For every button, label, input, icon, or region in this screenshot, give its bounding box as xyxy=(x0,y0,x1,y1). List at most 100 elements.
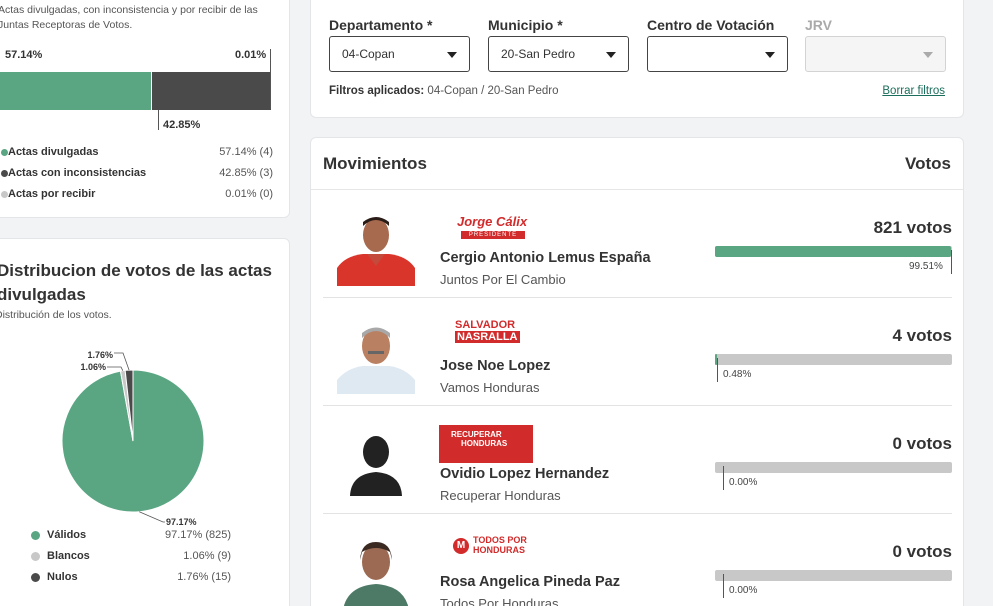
candidate-row[interactable]: RECUPERAR HONDURAS Ovidio Lopez Hernande… xyxy=(323,406,952,514)
legend-nulos: Nulos 1.76% (15) xyxy=(31,570,231,586)
clear-filters-link[interactable]: Borrar filtros xyxy=(882,85,945,97)
candidate-row[interactable]: Jorge Cálix PRESIDENTE Cergio Antonio Le… xyxy=(323,190,952,298)
pie-leader-line xyxy=(107,366,124,371)
departamento-value: 04-Copan xyxy=(342,47,395,61)
votos-pie-chart: 97.17% 1.06% 1.76% xyxy=(61,350,205,527)
municipio-value: 20-San Pedro xyxy=(501,47,576,61)
logo-emblem: M xyxy=(453,538,469,554)
legend-label: Nulos xyxy=(47,571,78,583)
candidate-row[interactable]: M TODOS POR HONDURAS Rosa Angelica Pined… xyxy=(323,514,952,606)
pie-leader-line xyxy=(139,511,165,523)
vote-bar-fill xyxy=(715,246,951,257)
candidate-pct: 0.00% xyxy=(729,585,758,596)
legend-label: Blancos xyxy=(47,550,90,562)
movimientos-header: Movimientos Votos xyxy=(311,138,963,190)
candidate-pct: 0.00% xyxy=(729,477,758,488)
legend-value: 97.17% (825) xyxy=(164,529,231,541)
chevron-down-icon xyxy=(447,52,457,58)
centro-votacion-select[interactable] xyxy=(647,36,788,72)
party-logo: RECUPERAR HONDURAS xyxy=(439,422,535,463)
candidate-photo xyxy=(337,208,415,286)
pie-data-label: 1.06% xyxy=(80,362,106,372)
legend-label: Actas divulgadas xyxy=(8,146,99,158)
municipio-label: Municipio * xyxy=(488,17,563,33)
candidate-pct: 0.48% xyxy=(723,369,752,380)
votos-header: Votos xyxy=(905,154,951,173)
pct-inconsistencias-tick xyxy=(158,110,159,130)
logo-text: HONDURAS xyxy=(473,545,526,555)
candidate-party: Todos Por Honduras xyxy=(440,596,559,606)
legend-actas-por-recibir: Actas por recibir 0.01% (0) xyxy=(1,187,273,203)
actas-description: Actas divulgadas, con inconsistencia y p… xyxy=(0,3,278,33)
candidate-photo xyxy=(337,532,415,606)
logo-text: PRESIDENTE xyxy=(461,231,525,239)
legend-label: Válidos xyxy=(47,529,87,541)
departamento-label: Departamento * xyxy=(329,17,433,33)
candidate-votes: 821 votos xyxy=(873,218,952,237)
applied-filters: Filtros aplicados: 04-Copan / 20-San Ped… xyxy=(329,85,558,97)
actas-description-line: Juntas Receptoras de Votos. xyxy=(0,19,133,31)
actas-stacked-bar xyxy=(0,72,271,110)
legend-dot xyxy=(1,149,8,156)
vote-pct-tick xyxy=(951,250,952,274)
party-logo: SALVADOR NASRALLA xyxy=(439,314,535,352)
movimientos-card: Movimientos Votos Jorge Cálix PRESIDENTE… xyxy=(310,137,964,606)
pct-por-recibir-tick xyxy=(270,49,271,109)
vote-bar xyxy=(715,570,952,581)
logo-text: HONDURAS xyxy=(461,439,508,448)
vote-pct-tick xyxy=(723,466,724,490)
legend-blancos: Blancos 1.06% (9) xyxy=(31,549,231,565)
pct-divulgadas-label: 57.14% xyxy=(5,49,43,61)
candidate-name: Rosa Angelica Pineda Paz xyxy=(440,574,620,590)
candidate-pct: 99.51% xyxy=(909,261,943,272)
jrv-select xyxy=(805,36,946,72)
candidate-votes: 4 votos xyxy=(892,326,952,345)
legend-value: 42.85% (3) xyxy=(219,167,273,179)
chevron-down-icon xyxy=(923,52,933,58)
candidate-row[interactable]: SALVADOR NASRALLA Jose Noe Lopez Vamos H… xyxy=(323,298,952,406)
legend-value: 0.01% (0) xyxy=(225,188,273,200)
candidate-votes: 0 votos xyxy=(892,542,952,561)
candidate-party: Juntos Por El Cambio xyxy=(440,272,566,287)
legend-value: 57.14% (4) xyxy=(219,146,273,158)
applied-filters-value: 04-Copan / 20-San Pedro xyxy=(427,85,559,97)
bar-segment-inconsistencias xyxy=(152,72,271,110)
candidate-name: Ovidio Lopez Hernandez xyxy=(440,466,610,482)
candidate-party: Recuperar Honduras xyxy=(440,488,561,503)
centro-votacion-label: Centro de Votación xyxy=(647,17,775,33)
actas-description-line: Actas divulgadas, con inconsistencia y p… xyxy=(0,4,258,16)
jrv-label: JRV xyxy=(805,17,832,33)
legend-actas-divulgadas: Actas divulgadas 57.14% (4) xyxy=(1,145,273,161)
legend-dot xyxy=(31,573,40,582)
logo-text: SALVADOR xyxy=(455,319,516,331)
legend-dot xyxy=(1,191,8,198)
distribucion-card: Distribucion de votos de las actas divul… xyxy=(0,238,290,606)
legend-label: Actas con inconsistencias xyxy=(8,167,147,179)
legend-dot xyxy=(31,531,40,540)
vote-bar xyxy=(715,246,952,257)
legend-value: 1.76% (15) xyxy=(177,571,231,583)
candidate-votes: 0 votos xyxy=(892,434,952,453)
applied-filters-label: Filtros aplicados: xyxy=(329,85,425,97)
party-logo: Jorge Cálix PRESIDENTE xyxy=(439,206,535,244)
departamento-select[interactable]: 04-Copan xyxy=(329,36,470,72)
vote-pct-tick xyxy=(723,574,724,598)
vote-bar xyxy=(715,354,952,365)
filters-card: Departamento * Municipio * Centro de Vot… xyxy=(310,0,964,118)
logo-text: Jorge Cálix xyxy=(457,214,528,229)
actas-card: Actas divulgadas, con inconsistencia y p… xyxy=(0,0,290,218)
avatar-placeholder-icon xyxy=(337,424,415,502)
candidate-photo xyxy=(337,316,415,394)
chevron-down-icon xyxy=(606,52,616,58)
vote-pct-tick xyxy=(717,358,718,382)
bar-segment-divulgadas xyxy=(0,72,151,110)
pct-por-recibir-label: 0.01% xyxy=(235,49,267,61)
chevron-down-icon xyxy=(765,52,775,58)
legend-actas-inconsistencias: Actas con inconsistencias 42.85% (3) xyxy=(1,166,273,182)
vote-bar xyxy=(715,462,952,473)
municipio-select[interactable]: 20-San Pedro xyxy=(488,36,629,72)
pie-data-label: 97.17% xyxy=(166,517,197,527)
logo-text: RECUPERAR xyxy=(451,430,502,439)
legend-validos: Válidos 97.17% (825) xyxy=(31,528,231,544)
pie-data-label: 1.76% xyxy=(87,350,113,360)
